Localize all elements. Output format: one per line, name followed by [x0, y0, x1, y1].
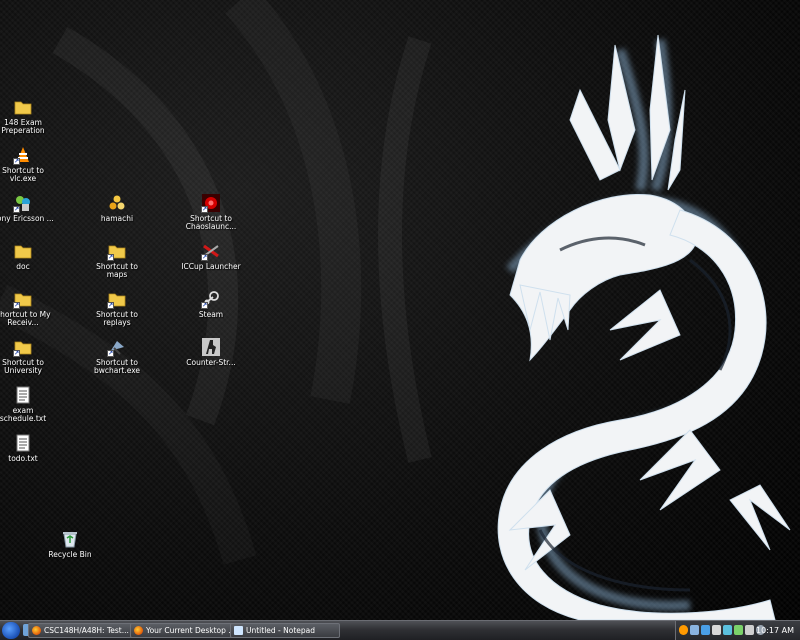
clock[interactable]: 10:17 AM: [756, 624, 794, 637]
task-label: Your Current Desktop ...: [146, 626, 236, 635]
taskbar-button-notepad[interactable]: Untitled - Notepad: [230, 623, 340, 638]
desktop-icon-maps-shortcut[interactable]: ↗ Shortcut to maps: [86, 242, 148, 279]
volume-tray-icon[interactable]: [745, 625, 754, 635]
text-file-icon: [14, 434, 32, 452]
icon-label: Shortcut to replays: [96, 310, 138, 327]
icon-label: Shortcut to vlc.exe: [2, 166, 44, 183]
desktop-icon-vlc-shortcut[interactable]: ↗ Shortcut to vlc.exe: [0, 146, 54, 183]
iccup-icon: ↗: [201, 242, 220, 261]
messenger-tray-icon[interactable]: [679, 625, 688, 635]
icon-label: exam schedule.txt: [0, 406, 47, 423]
notepad-icon: [234, 626, 243, 635]
network-tray-icon[interactable]: [701, 625, 710, 635]
desktop-icon-replays-shortcut[interactable]: ↗ Shortcut to replays: [86, 290, 148, 327]
desktop-icon-counter-strike[interactable]: Counter-Str...: [180, 338, 242, 367]
icon-label: doc: [16, 262, 30, 271]
firefox-icon: [32, 626, 41, 635]
vlc-cone-icon: ↗: [13, 146, 32, 165]
desktop-icon-hamachi[interactable]: hamachi: [86, 194, 148, 223]
desktop-icon-recycle-bin[interactable]: Recycle Bin: [39, 530, 101, 559]
folder-icon: ↗: [13, 290, 32, 309]
taskbar: CSC148H/A48H: Test... Your Current Deskt…: [0, 620, 800, 640]
desktop-icon-148-exam-preperation[interactable]: 148 Exam Preperation: [0, 98, 54, 135]
icon-label: Shortcut to My Receiv...: [0, 310, 51, 327]
signal-tray-icon[interactable]: [690, 625, 699, 635]
task-label: CSC148H/A48H: Test...: [44, 626, 129, 635]
folder-icon: ↗: [107, 290, 126, 309]
icon-label: Sony Ericsson ...: [0, 214, 54, 223]
taskbar-button-firefox-desktop[interactable]: Your Current Desktop ...: [130, 623, 240, 638]
icon-label: todo.txt: [8, 454, 38, 463]
text-file-icon: [14, 386, 32, 404]
bwchart-icon: ↗: [107, 338, 126, 357]
icon-label: hamachi: [100, 214, 134, 223]
desktop-icon-sony-ericsson[interactable]: ↗ Sony Ericsson ...: [0, 194, 54, 223]
folder-icon: ↗: [13, 338, 32, 357]
dragon-wallpaper-art: [497, 34, 791, 620]
icon-label: Counter-Str...: [186, 358, 236, 367]
system-tray: 10:17 AM: [675, 621, 800, 640]
desktop-icon-bwchart-shortcut[interactable]: ↗ Shortcut to bwchart.exe: [86, 338, 148, 375]
steam-icon: ↗: [201, 290, 220, 309]
shortcut-arrow-icon: ↗: [13, 206, 20, 213]
antivirus-tray-icon[interactable]: [712, 625, 721, 635]
desktop-icon-todo[interactable]: todo.txt: [0, 434, 54, 463]
start-button[interactable]: [2, 622, 20, 639]
icon-label: Shortcut to bwchart.exe: [93, 358, 141, 375]
icon-label: ICCup Launcher: [181, 262, 241, 271]
icon-label: Steam: [198, 310, 224, 319]
task-label: Untitled - Notepad: [246, 626, 316, 635]
counter-strike-icon: [202, 338, 220, 356]
shortcut-arrow-icon: ↗: [107, 254, 114, 261]
shortcut-arrow-icon: ↗: [107, 350, 114, 357]
shortcut-arrow-icon: ↗: [107, 302, 114, 309]
icon-label: Shortcut to University: [2, 358, 44, 375]
folder-icon: ↗: [107, 242, 126, 261]
shortcut-arrow-icon: ↗: [13, 302, 20, 309]
folder-icon: [14, 98, 32, 116]
shortcut-arrow-icon: ↗: [201, 302, 208, 309]
icon-label: Shortcut to Chaoslaunc...: [185, 214, 237, 231]
desktop-icon-university-shortcut[interactable]: ↗ Shortcut to University: [0, 338, 54, 375]
recycle-bin-icon: [61, 530, 79, 548]
folder-icon: [14, 242, 32, 260]
chat-tray-icon[interactable]: [734, 625, 743, 635]
icon-label: Recycle Bin: [48, 550, 92, 559]
icon-label: 148 Exam Preperation: [1, 118, 45, 135]
shortcut-arrow-icon: ↗: [201, 206, 208, 213]
shortcut-arrow-icon: ↗: [13, 350, 20, 357]
taskbar-button-firefox-csc148[interactable]: CSC148H/A48H: Test...: [28, 623, 138, 638]
desktop-icon-chaoslauncher-shortcut[interactable]: ↗ Shortcut to Chaoslaunc...: [180, 194, 242, 231]
desktop-icon-my-received-shortcut[interactable]: ↗ Shortcut to My Receiv...: [0, 290, 54, 327]
shortcut-arrow-icon: ↗: [13, 158, 20, 165]
shortcut-arrow-icon: ↗: [201, 254, 208, 261]
firefox-icon: [134, 626, 143, 635]
update-tray-icon[interactable]: [723, 625, 732, 635]
desktop-icon-steam[interactable]: ↗ Steam: [180, 290, 242, 319]
icon-label: Shortcut to maps: [96, 262, 138, 279]
desktop-icon-doc[interactable]: doc: [0, 242, 54, 271]
sony-ericsson-icon: ↗: [13, 194, 32, 213]
desktop-icon-exam-schedule[interactable]: exam schedule.txt: [0, 386, 54, 423]
chaoslauncher-icon: ↗: [201, 194, 220, 213]
hamachi-icon: [108, 194, 126, 212]
desktop-icon-iccup-launcher[interactable]: ↗ ICCup Launcher: [180, 242, 242, 271]
